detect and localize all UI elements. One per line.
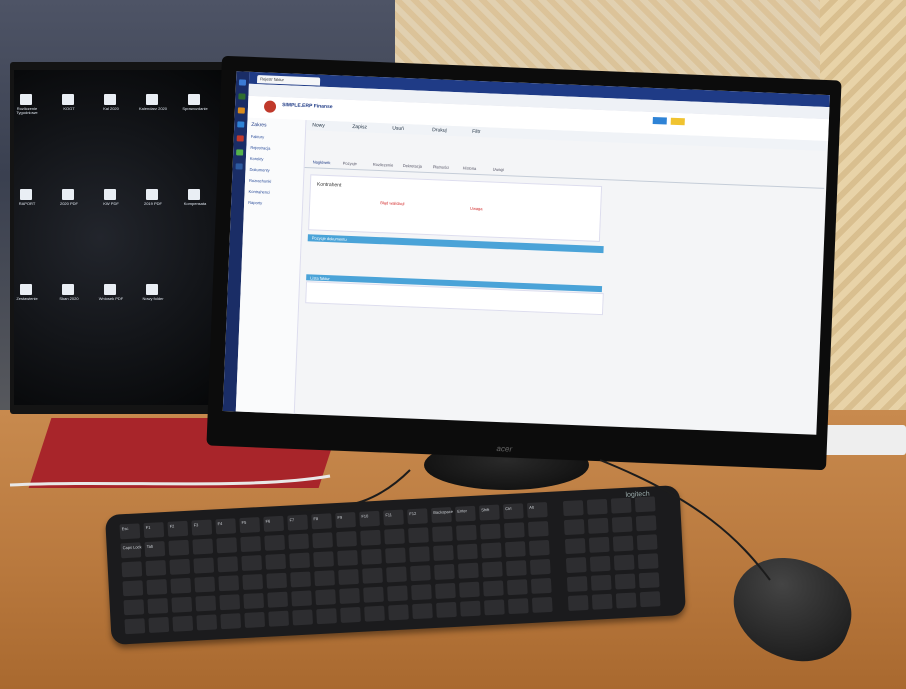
invoice-form: Kontrahent Błąd walidacji Uwaga — [308, 174, 603, 242]
validation-error: Błąd walidacji — [380, 200, 405, 207]
desktop-icon-label: Kompensata — [183, 201, 207, 206]
toolbar-button[interactable]: Zapisz — [352, 124, 367, 131]
desktop-icon-label: 2020 PDF — [59, 201, 78, 206]
tab[interactable]: Nagłówek — [313, 159, 331, 165]
desktop-icon-label: Nowy folder — [142, 296, 164, 301]
desktop-file-icon[interactable] — [188, 189, 200, 200]
excel-icon[interactable] — [236, 149, 244, 156]
desktop-icon-label: RAPORT — [18, 201, 36, 206]
desktop-icon-label: KW PDF — [103, 201, 119, 206]
desktop-icon-label: Kalendarz 2020 — [138, 106, 168, 111]
cables — [9, 459, 771, 581]
header-button-yellow[interactable] — [670, 117, 685, 126]
mail-icon[interactable] — [236, 135, 244, 142]
desktop-icon-label: 2019 PDF — [143, 201, 162, 206]
desktop-file-icon[interactable] — [104, 189, 116, 200]
main-monitor-screen: Rejestr faktur SIMPLE.ERP Finanse Zakres… — [222, 71, 830, 435]
start-icon[interactable] — [238, 79, 247, 86]
system-name: SIMPLE.ERP Finanse — [281, 102, 333, 111]
sidebar-item[interactable]: Faktury — [251, 134, 265, 140]
tab[interactable]: Uwagi — [493, 167, 504, 172]
sidebar-item[interactable]: Raporty — [248, 200, 262, 206]
header-button-blue[interactable] — [652, 116, 667, 125]
tab[interactable]: Płatności — [433, 164, 449, 170]
word-icon[interactable] — [235, 163, 243, 170]
desktop-icon-label: Kal 2020 — [103, 106, 119, 111]
tab[interactable]: Dekretacja — [403, 163, 422, 169]
desktop-icon-label: Rozliczenie Tygodniowe — [16, 106, 38, 116]
toolbar-button[interactable]: Usuń — [392, 126, 404, 132]
desktop-icon-label: Zestawienie — [16, 296, 38, 301]
desktop-icon-label: Wniosek PDF — [98, 296, 124, 301]
desktop-file-icon[interactable] — [104, 284, 116, 295]
app-icon[interactable] — [238, 93, 246, 100]
validation-warning: Uwaga — [470, 205, 483, 212]
left-monitor-screen: Rozliczenie Tygodniowe KOGT Kal 2020 Kalend… — [14, 70, 229, 405]
sidebar-item[interactable]: Rejestracja — [250, 145, 270, 151]
sidebar-item[interactable]: Kontrahenci — [249, 189, 271, 195]
app-sidebar: Zakres Faktury Rejestracja Korekty Dokument… — [235, 117, 307, 414]
desktop-icon-label: KOGT — [63, 106, 75, 111]
section-header-label: Pozycje dokumentu — [311, 235, 347, 242]
toolbar-button[interactable]: Filtr — [472, 129, 481, 135]
desktop-file-icon[interactable] — [188, 94, 200, 105]
desktop-file-icon[interactable] — [104, 94, 116, 105]
sidebar-item[interactable]: Korekty — [250, 156, 264, 162]
app-logo-icon — [263, 100, 277, 113]
sidebar-title: Zakres — [251, 121, 267, 129]
tab[interactable]: Rozliczenie — [373, 162, 394, 168]
desktop-icon-label: Sprawozdanie — [182, 106, 208, 111]
desktop-file-icon[interactable] — [146, 94, 158, 105]
toolbar-button[interactable]: Nowy — [312, 122, 325, 128]
sidebar-item[interactable]: Dokumenty — [249, 167, 269, 173]
folder-icon[interactable] — [237, 107, 245, 114]
desktop-file-icon[interactable] — [62, 189, 74, 200]
desktop-icon-label: Skan 2020 — [59, 296, 79, 301]
browser-icon[interactable] — [237, 121, 245, 128]
desktop-file-icon[interactable] — [62, 284, 74, 295]
tab[interactable]: Pozycje — [343, 161, 357, 167]
tab[interactable]: Historia — [463, 165, 477, 171]
table-header-label: Lista faktur — [310, 275, 330, 282]
toolbar-button[interactable]: Drukuj — [432, 127, 447, 134]
desktop-file-icon[interactable] — [146, 189, 158, 200]
sidebar-item[interactable]: Rozrachunki — [249, 178, 271, 184]
desktop-file-icon[interactable] — [20, 94, 32, 105]
desktop-file-icon[interactable] — [146, 284, 158, 295]
desktop-file-icon[interactable] — [20, 189, 32, 200]
desktop-file-icon[interactable] — [20, 284, 32, 295]
desktop-file-icon[interactable] — [62, 94, 74, 105]
form-label: Kontrahent — [316, 181, 342, 189]
